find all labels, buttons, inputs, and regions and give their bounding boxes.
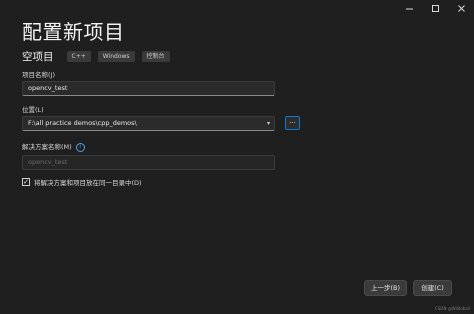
tag-language: C++ (66, 51, 91, 62)
solution-name-label-text: 解决方案名称(M) (22, 143, 72, 151)
project-name-label: 项目名称(J) (22, 71, 55, 79)
location-combobox[interactable]: F:\all practice demos\cpp_demos\ ▾ (22, 116, 275, 131)
location-label: 位置(L) (22, 106, 44, 114)
same-directory-option[interactable]: ✓ 将解决方案和项目放在同一目录中(D) (22, 177, 142, 187)
same-directory-checkbox[interactable]: ✓ (22, 178, 30, 186)
chevron-down-icon[interactable]: ▾ (267, 117, 270, 130)
solution-name-label: 解决方案名称(M) i (22, 141, 85, 152)
maximize-icon (431, 4, 439, 12)
tag-project-type: 控制台 (141, 51, 170, 62)
minimize-button[interactable] (396, 0, 422, 16)
tag-platform: Windows (97, 51, 135, 62)
template-name: 空项目 (22, 51, 54, 63)
watermark: CSDN @Wildoball (435, 306, 470, 311)
project-name-input[interactable]: opencv_test (22, 81, 275, 96)
minimize-icon (405, 8, 413, 9)
create-button[interactable]: 创建(C) (413, 280, 452, 296)
maximize-button[interactable] (422, 0, 448, 16)
back-button[interactable]: 上一步(B) (364, 280, 407, 296)
close-button[interactable] (448, 0, 474, 16)
solution-name-input[interactable]: opencv_test (22, 155, 275, 170)
close-icon (457, 4, 465, 12)
project-name-value: opencv_test (28, 84, 68, 92)
page-title: 配置新项目 (22, 20, 125, 44)
template-info: 空项目 C++ Windows 控制台 (22, 49, 170, 64)
solution-name-placeholder: opencv_test (28, 158, 68, 166)
window-controls (396, 0, 474, 16)
location-value: F:\all practice demos\cpp_demos\ (28, 119, 137, 127)
info-icon[interactable]: i (75, 142, 85, 152)
same-directory-label: 将解决方案和项目放在同一目录中(D) (34, 179, 142, 187)
browse-button[interactable]: ... (285, 116, 300, 130)
